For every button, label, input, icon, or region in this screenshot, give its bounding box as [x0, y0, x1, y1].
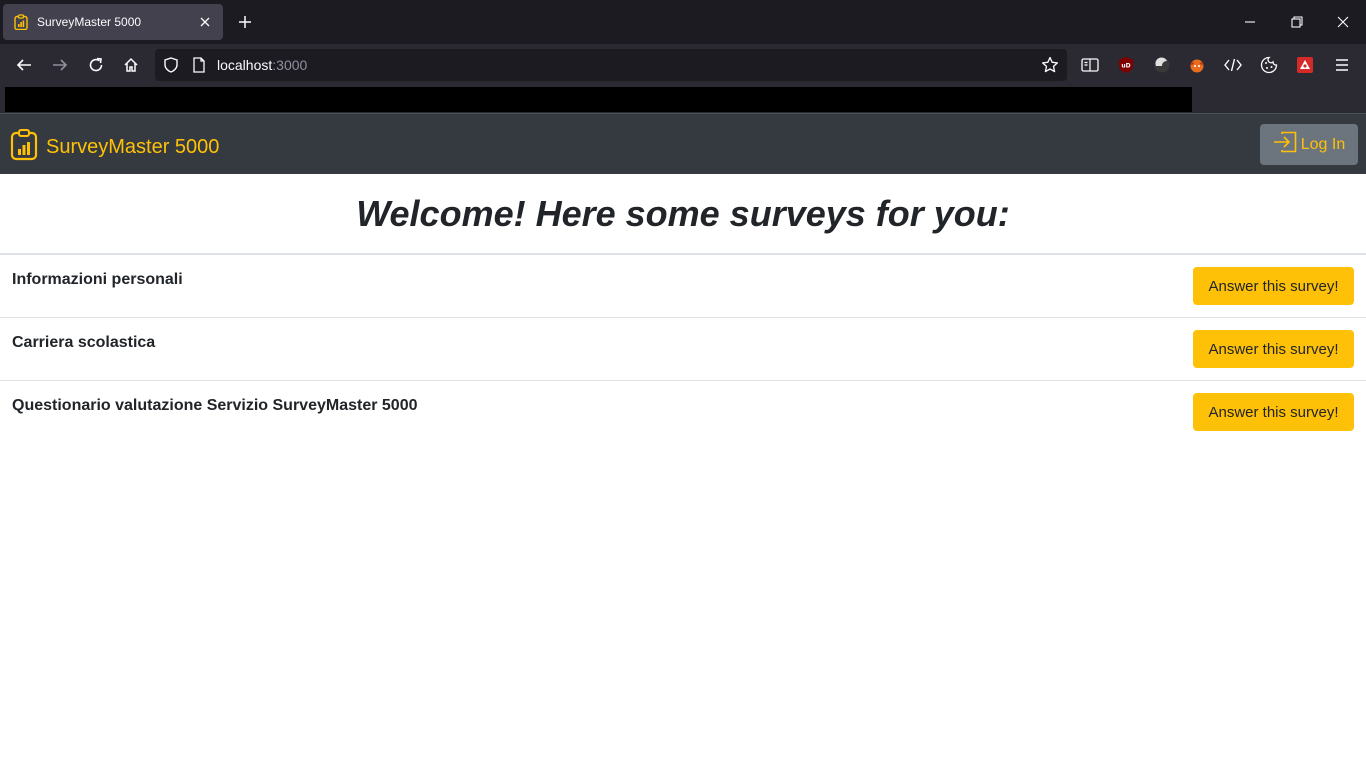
minimize-icon[interactable]	[1236, 8, 1264, 36]
clipboard-chart-icon	[13, 14, 29, 30]
menu-icon[interactable]	[1332, 55, 1352, 75]
url-text: localhost:3000	[217, 57, 307, 73]
red-extension-icon[interactable]	[1295, 55, 1315, 75]
tab-title: SurveyMaster 5000	[37, 15, 142, 29]
cookie-icon[interactable]	[1259, 55, 1279, 75]
fox-extension-icon[interactable]	[1187, 55, 1207, 75]
survey-row: Questionario valutazione Servizio Survey…	[0, 381, 1366, 444]
page-icon[interactable]	[191, 57, 207, 78]
bookmark-star-icon[interactable]	[1041, 56, 1059, 79]
answer-survey-button[interactable]: Answer this survey!	[1193, 393, 1354, 431]
login-label: Log In	[1300, 135, 1346, 153]
url-host: localhost	[217, 57, 273, 73]
redacted-bookmarks	[5, 87, 1192, 112]
welcome-heading: Welcome! Here some surveys for you:	[356, 193, 1010, 234]
brand-link[interactable]: SurveyMaster 5000	[10, 129, 219, 166]
close-tab-icon[interactable]	[197, 14, 213, 30]
bookmarks-bar	[0, 86, 1366, 113]
svg-text:uD: uD	[1121, 63, 1130, 70]
brand-name: SurveyMaster 5000	[46, 136, 220, 158]
shield-icon[interactable]	[163, 57, 179, 78]
survey-list: Informazioni personali Answer this surve…	[0, 253, 1366, 444]
browser-toolbar: localhost:3000 uD	[0, 44, 1366, 86]
survey-title: Informazioni personali	[12, 271, 183, 288]
reader-view-icon[interactable]	[1080, 55, 1100, 75]
extension-circle-icon[interactable]	[1152, 55, 1172, 75]
browser-tab-bar: SurveyMaster 5000	[0, 0, 1366, 44]
reload-icon[interactable]	[84, 53, 108, 77]
back-arrow-icon[interactable]	[12, 53, 36, 77]
login-button[interactable]: Log In	[1260, 124, 1358, 165]
url-port: :3000	[272, 57, 308, 73]
survey-row: Carriera scolastica Answer this survey!	[0, 318, 1366, 381]
address-bar[interactable]: localhost:3000	[155, 49, 1067, 81]
code-icon[interactable]	[1223, 55, 1243, 75]
forward-arrow-icon[interactable]	[48, 53, 72, 77]
home-icon[interactable]	[119, 53, 143, 77]
clipboard-chart-icon	[10, 129, 38, 166]
browser-tab[interactable]: SurveyMaster 5000	[3, 4, 223, 40]
close-window-icon[interactable]	[1329, 8, 1357, 36]
answer-survey-button[interactable]: Answer this survey!	[1193, 267, 1354, 305]
restore-icon[interactable]	[1283, 8, 1311, 36]
app-navbar: SurveyMaster 5000 Log In	[0, 113, 1366, 174]
ublock-icon[interactable]: uD	[1116, 55, 1136, 75]
survey-row: Informazioni personali Answer this surve…	[0, 255, 1366, 318]
answer-survey-button[interactable]: Answer this survey!	[1193, 330, 1354, 368]
page-content: SurveyMaster 5000 Log In Welcome! Here s…	[0, 113, 1366, 768]
box-arrow-in-icon	[1273, 131, 1297, 158]
new-tab-icon[interactable]	[233, 10, 257, 34]
survey-title: Carriera scolastica	[12, 334, 156, 351]
survey-title: Questionario valutazione Servizio Survey…	[12, 397, 418, 414]
